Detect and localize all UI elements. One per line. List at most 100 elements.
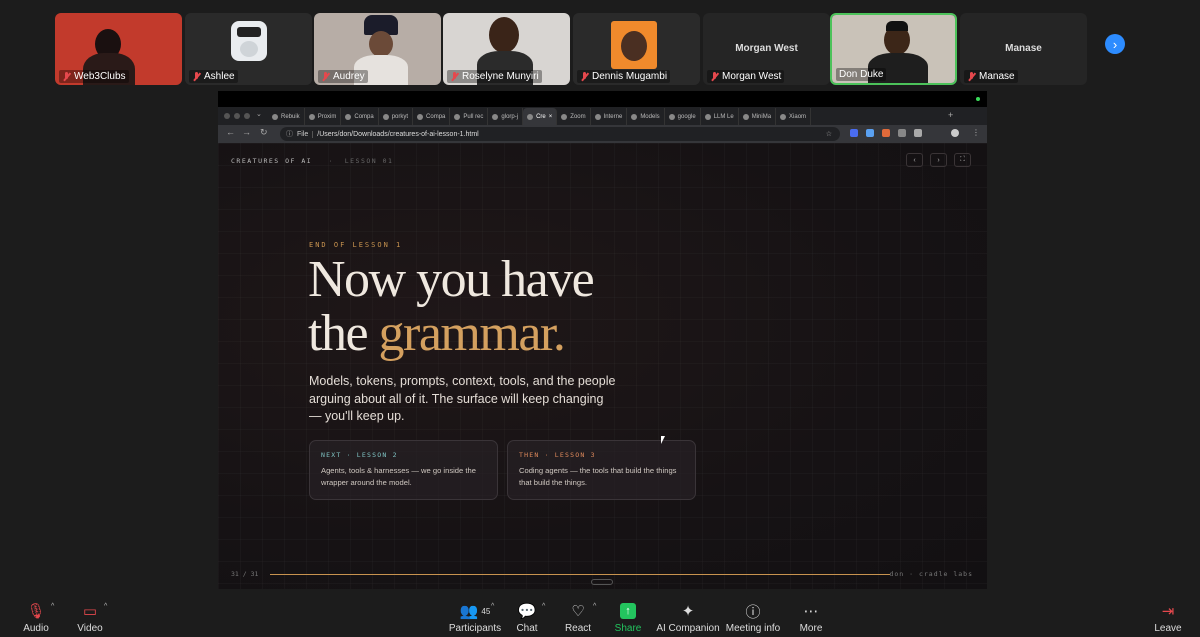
video-button[interactable]: ▭ Video bbox=[76, 601, 104, 634]
chat-icon: 💬 bbox=[517, 603, 537, 620]
participant-tile[interactable]: Morgan West Morgan West bbox=[703, 13, 830, 85]
forward-icon[interactable]: → bbox=[242, 127, 251, 137]
next-page-arrow-icon[interactable]: › bbox=[1105, 34, 1125, 54]
card-text: Coding agents — the tools that build the… bbox=[519, 466, 677, 487]
browser-tab[interactable]: Models bbox=[627, 108, 665, 125]
window-minimize-icon[interactable] bbox=[234, 113, 240, 119]
tab-label: Interne bbox=[603, 113, 623, 120]
browser-tab[interactable]: Compa bbox=[341, 108, 379, 125]
participant-center-name: Morgan West bbox=[735, 43, 798, 54]
browser-tab[interactable]: google bbox=[665, 108, 701, 125]
card-label: THEN · LESSON 3 bbox=[519, 451, 596, 459]
browser-tab[interactable]: MiniMa bbox=[739, 108, 777, 125]
share-button[interactable]: ↑ Share bbox=[612, 601, 644, 634]
browser-tab[interactable]: glorp-j bbox=[488, 108, 524, 125]
slide-eyebrow: END OF LESSON 1 bbox=[309, 241, 403, 249]
mic-muted-icon bbox=[967, 71, 976, 82]
audio-options-caret-icon[interactable]: ^ bbox=[51, 603, 54, 610]
tab-search-chevron-icon[interactable]: ⌄ bbox=[256, 110, 262, 118]
participant-tile[interactable]: Dennis Mugambi bbox=[573, 13, 700, 85]
browser-tab[interactable]: Proxim bbox=[305, 108, 342, 125]
browser-tab[interactable]: LLM Le bbox=[701, 108, 739, 125]
browser-tab[interactable]: Pull rec bbox=[450, 108, 489, 125]
browser-tab[interactable]: Rebuik bbox=[268, 108, 305, 125]
meeting-info-button[interactable]: ⓘ Meeting info bbox=[725, 601, 781, 635]
tab-label: MiniMa bbox=[751, 113, 772, 120]
react-button[interactable]: ♡ React bbox=[562, 601, 594, 634]
then-lesson-card[interactable]: THEN · LESSON 3 Coding agents — the tool… bbox=[507, 440, 696, 500]
bookmark-star-icon[interactable]: ☆ bbox=[826, 130, 832, 138]
participants-count: 45 bbox=[481, 606, 491, 616]
browser-tab[interactable]: Compa bbox=[413, 108, 451, 125]
chat-button[interactable]: 💬 Chat bbox=[512, 601, 542, 634]
react-caret-icon[interactable]: ^ bbox=[593, 603, 596, 610]
video-options-caret-icon[interactable]: ^ bbox=[104, 603, 107, 610]
tab-favicon-icon bbox=[561, 113, 568, 120]
video-off-icon: ▭ bbox=[82, 603, 98, 620]
share-toolbar-handle[interactable] bbox=[591, 579, 613, 585]
slide-next-button[interactable]: › bbox=[930, 153, 947, 167]
ai-companion-button[interactable]: ✦ AI Companion bbox=[656, 601, 720, 634]
extension-icon[interactable] bbox=[850, 129, 858, 137]
url-text: /Users/don/Downloads/creatures-of-ai-les… bbox=[317, 130, 479, 138]
mic-muted-icon bbox=[450, 71, 459, 82]
mic-muted-icon bbox=[321, 71, 330, 82]
meeting-controls: 🎙 Audio ^ ▭ Video ^ 👥 45 Participants ^ 💬… bbox=[0, 597, 1200, 637]
card-label: NEXT · LESSON 2 bbox=[321, 451, 398, 459]
participant-tile[interactable]: Web3Clubs bbox=[55, 13, 182, 85]
extensions-puzzle-icon[interactable] bbox=[914, 129, 922, 137]
chat-caret-icon[interactable]: ^ bbox=[542, 603, 545, 610]
participant-name: Don Duke bbox=[839, 69, 884, 80]
browser-tab[interactable]: porkyt bbox=[379, 108, 414, 125]
new-tab-icon[interactable]: + bbox=[948, 110, 953, 120]
participant-tile[interactable]: Audrey bbox=[314, 13, 441, 85]
card-text: Agents, tools & harnesses — we go inside… bbox=[321, 466, 476, 487]
tab-label: Proxim bbox=[317, 113, 337, 120]
browser-menu-icon[interactable]: ⋮ bbox=[972, 128, 980, 137]
zoom-meeting-window: Web3Clubs Ashlee Audrey Roselyne Munyiri… bbox=[0, 0, 1200, 637]
tab-favicon-icon bbox=[417, 113, 424, 120]
audio-button[interactable]: 🎙 Audio bbox=[22, 601, 50, 634]
leave-icon: ⇥ bbox=[1161, 603, 1175, 620]
browser-tab[interactable]: Interne bbox=[591, 108, 628, 125]
browser-tab[interactable]: Xiaom bbox=[776, 108, 812, 125]
window-zoom-icon[interactable] bbox=[244, 113, 250, 119]
reload-icon[interactable]: ↻ bbox=[260, 127, 268, 138]
slide-prev-button[interactable]: ‹ bbox=[906, 153, 923, 167]
participant-tile[interactable]: Manase Manase bbox=[960, 13, 1087, 85]
participant-name: Audrey bbox=[333, 71, 365, 82]
tab-favicon-icon bbox=[704, 113, 711, 120]
extension-icon[interactable] bbox=[866, 129, 874, 137]
address-bar[interactable]: ⓘ File /Users/don/Downloads/creatures-of… bbox=[280, 127, 840, 141]
fullscreen-icon[interactable]: ⛶ bbox=[954, 153, 971, 167]
window-close-icon[interactable] bbox=[224, 113, 230, 119]
participant-tile[interactable]: Roselyne Munyiri bbox=[443, 13, 570, 85]
tab-favicon-icon bbox=[668, 113, 675, 120]
tab-favicon-icon bbox=[308, 113, 315, 120]
participants-button[interactable]: 👥 45 Participants bbox=[436, 601, 514, 634]
slide-subtitle: Models, tokens, prompts, context, tools,… bbox=[309, 374, 616, 423]
mic-muted-icon bbox=[192, 71, 201, 82]
browser-tab[interactable]: Cre × bbox=[523, 108, 558, 125]
tab-favicon-icon bbox=[594, 113, 601, 120]
participant-tile[interactable]: Ashlee bbox=[185, 13, 312, 85]
participants-caret-icon[interactable]: ^ bbox=[491, 603, 494, 610]
back-icon[interactable]: ← bbox=[226, 127, 235, 137]
close-tab-icon[interactable]: × bbox=[549, 114, 553, 120]
info-icon: ⓘ bbox=[286, 131, 293, 138]
url-scheme-label: File bbox=[297, 130, 314, 138]
participant-name: Morgan West bbox=[722, 71, 782, 82]
next-lesson-card[interactable]: NEXT · LESSON 2 Agents, tools & harnesse… bbox=[309, 440, 498, 500]
browser-tab[interactable]: Zoom bbox=[557, 108, 591, 125]
profile-avatar-icon[interactable] bbox=[951, 129, 959, 137]
participant-name: Roselyne Munyiri bbox=[462, 71, 539, 82]
presentation-slide: CREATURES OF AI · LESSON 01 ‹ › ⛶ END OF… bbox=[218, 143, 987, 589]
tab-favicon-icon bbox=[454, 113, 461, 120]
leave-button[interactable]: ⇥ Leave bbox=[1152, 601, 1184, 634]
extension-icon[interactable] bbox=[882, 129, 890, 137]
more-button[interactable]: ⋯ More bbox=[796, 601, 826, 634]
participants-icon: 👥 bbox=[459, 603, 479, 620]
tab-label: google bbox=[677, 113, 696, 120]
extension-icon[interactable] bbox=[898, 129, 906, 137]
participant-tile-active-speaker[interactable]: Don Duke bbox=[830, 13, 957, 85]
